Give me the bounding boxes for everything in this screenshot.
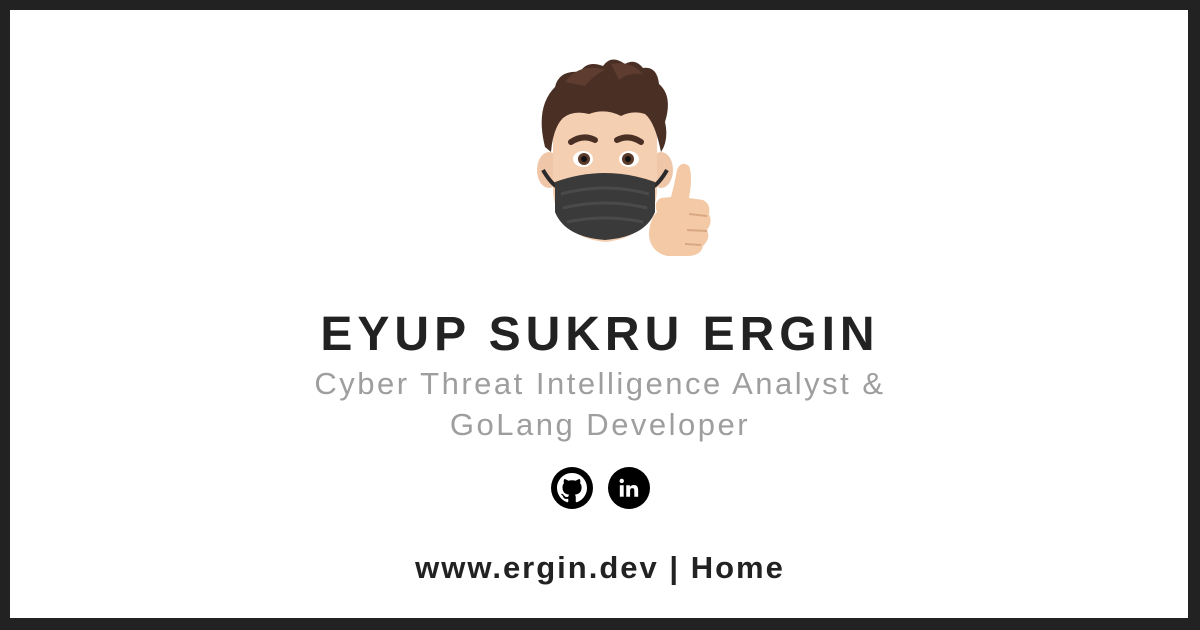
social-links	[0, 467, 1200, 509]
footer-links: www.ergin.dev | Home	[0, 548, 1200, 588]
github-icon[interactable]	[550, 467, 593, 509]
subtitle-line-2: GoLang Developer	[449, 407, 751, 442]
linkedin-icon[interactable]	[607, 467, 650, 509]
profile-name: EYUP SUKRU ERGIN	[320, 308, 880, 361]
subtitle-line-1: Cyber Threat Intelligence Analyst &	[314, 366, 886, 401]
memoji-avatar	[537, 59, 711, 256]
footer-separator: |	[669, 550, 681, 585]
site-link[interactable]: www.ergin.dev	[415, 550, 659, 585]
home-link[interactable]: Home	[691, 550, 785, 585]
profile-subtitle: Cyber Threat Intelligence Analyst & GoLa…	[0, 363, 1200, 445]
